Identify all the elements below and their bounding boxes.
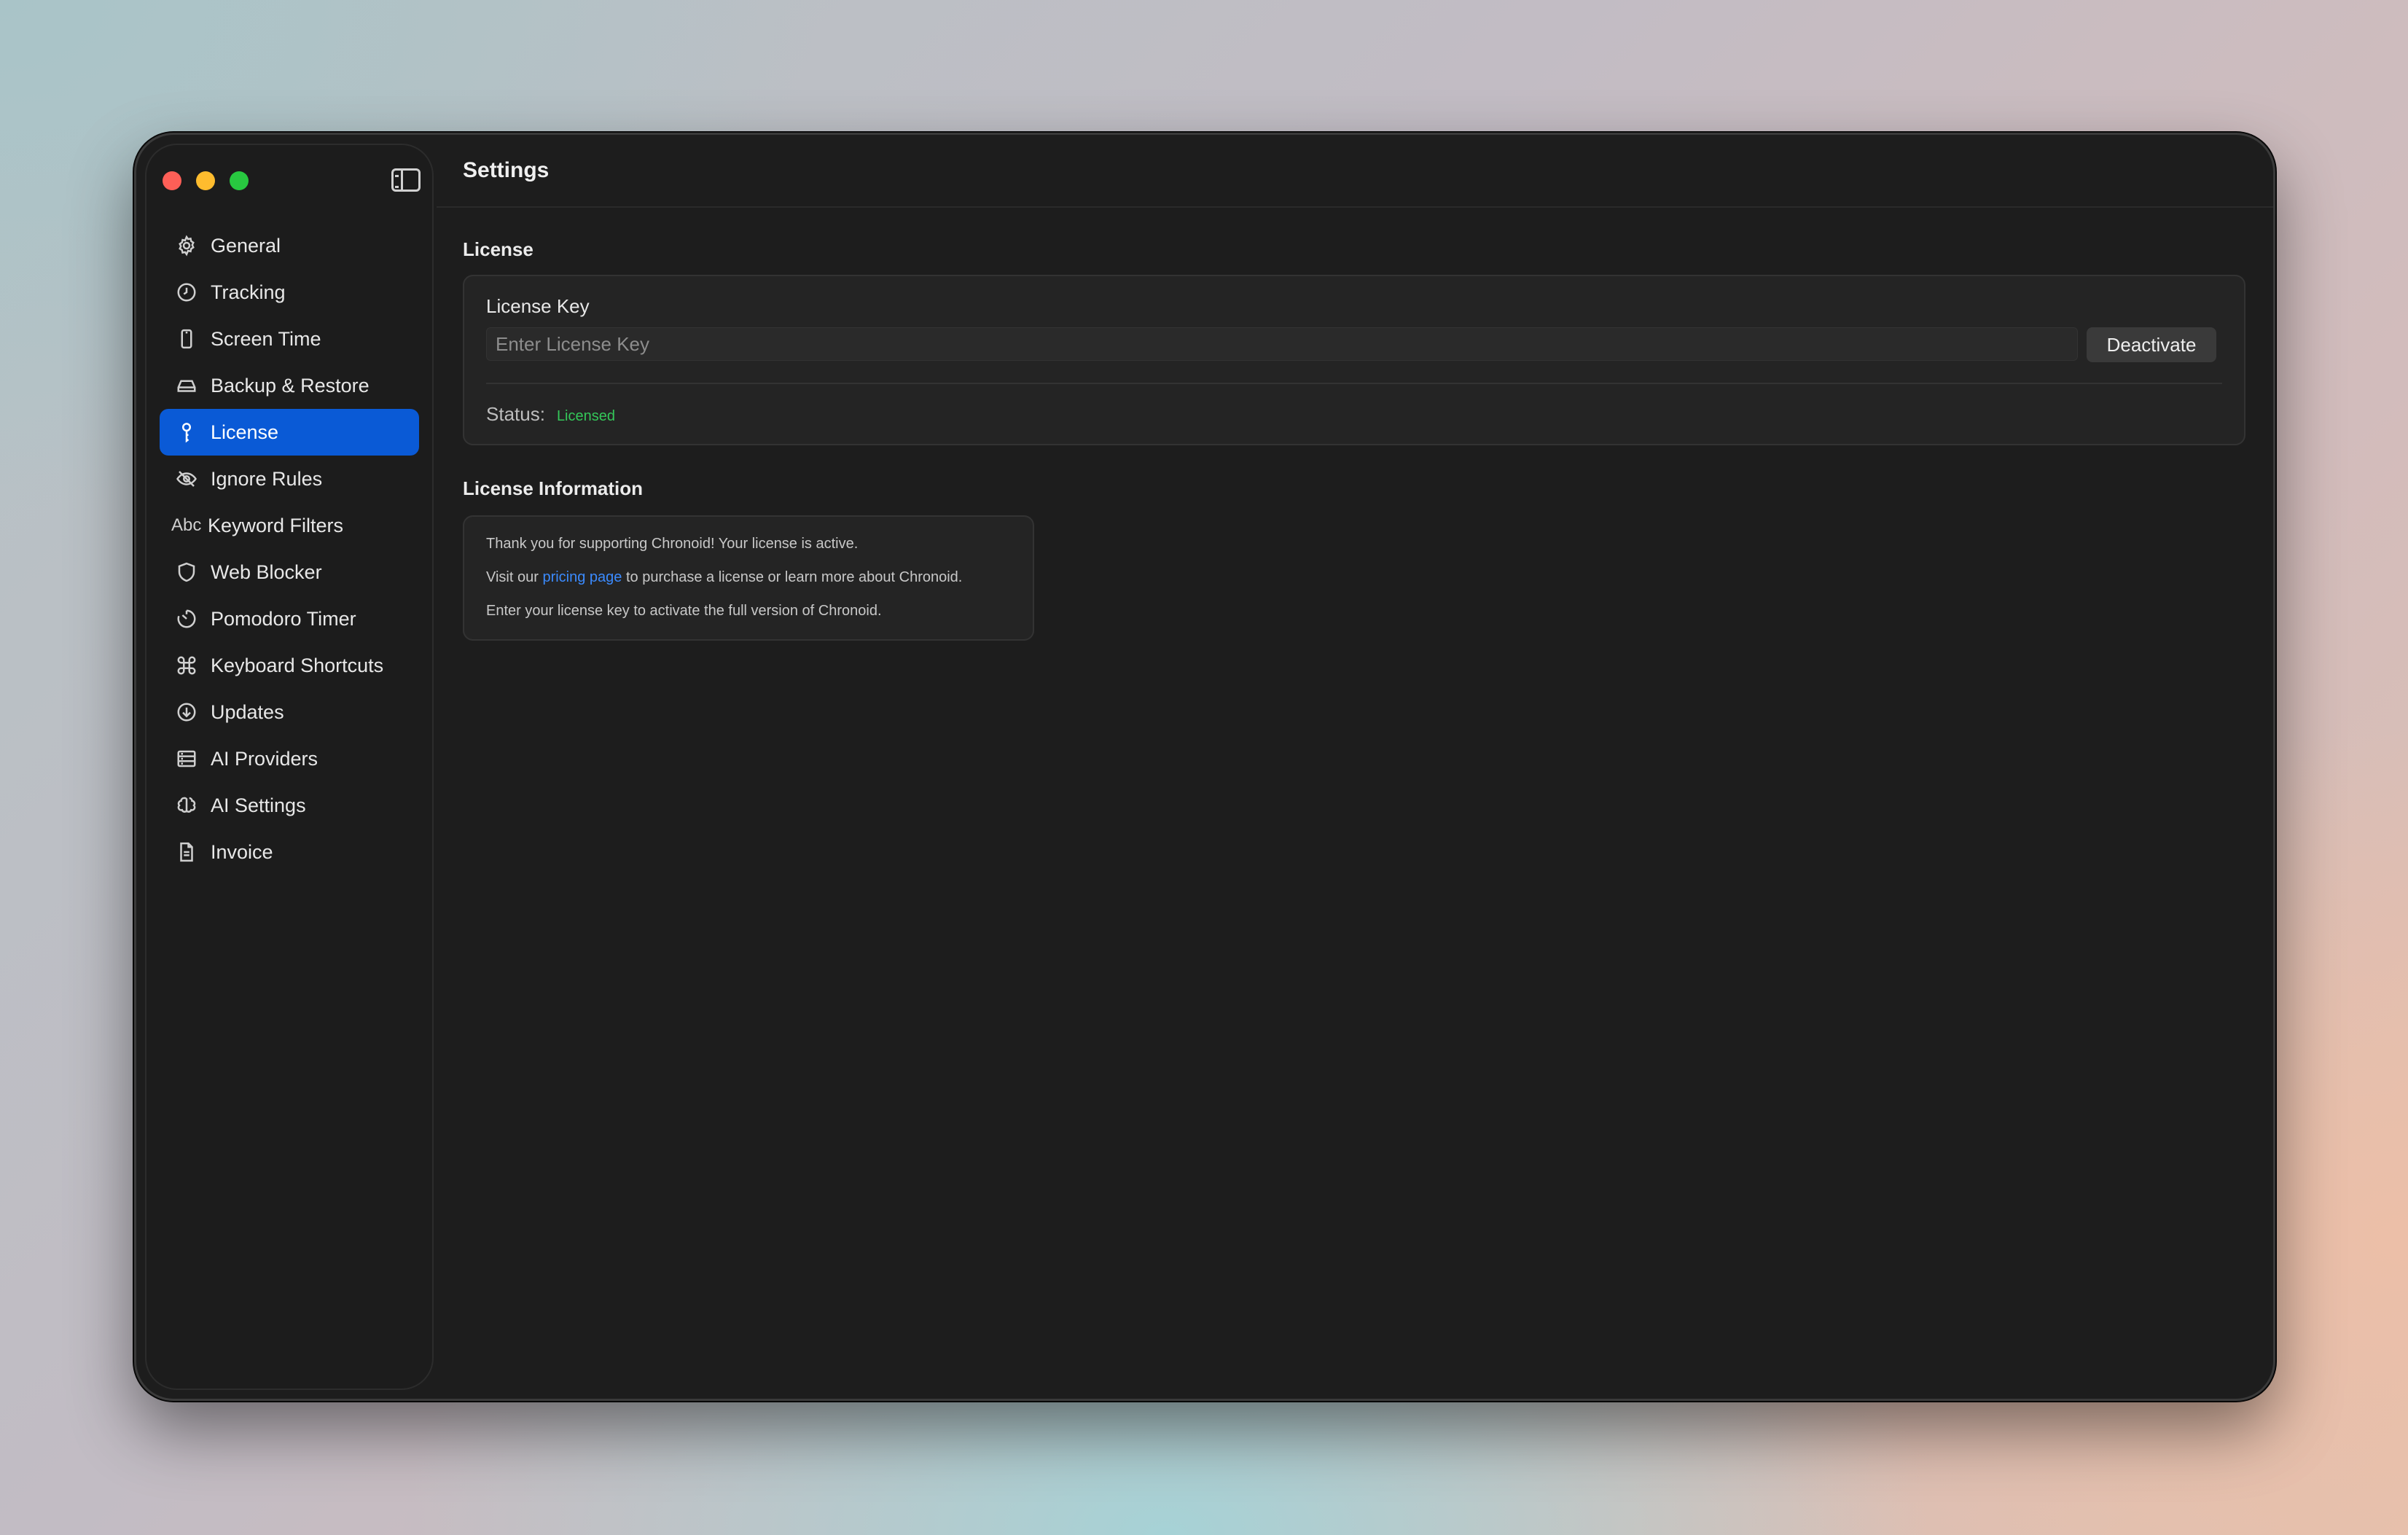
sidebar-item-web-blocker[interactable]: Web Blocker: [160, 549, 419, 595]
main-content: Settings License License Key Deactivate …: [437, 135, 2273, 1399]
close-window-button[interactable]: [163, 171, 181, 190]
sidebar-item-screen-time[interactable]: Screen Time: [160, 316, 419, 362]
sidebar-nav: General Tracking Screen Time Backup & Re…: [160, 222, 419, 875]
sidebar-item-label: AI Settings: [211, 794, 306, 816]
zoom-window-button[interactable]: [230, 171, 249, 190]
license-information-card: Thank you for supporting Chronoid! Your …: [463, 515, 1034, 641]
sidebar-item-ai-providers[interactable]: AI Providers: [160, 735, 419, 782]
info-line-pricing: Visit our pricing page to purchase a lic…: [486, 569, 962, 586]
sidebar-item-tracking[interactable]: Tracking: [160, 269, 419, 316]
sidebar-item-ai-settings[interactable]: AI Settings: [160, 782, 419, 829]
timer-icon: [174, 606, 199, 631]
key-icon: [174, 420, 199, 445]
sidebar-item-label: License: [211, 421, 279, 443]
sidebar-item-label: Invoice: [211, 840, 273, 863]
traffic-lights: [163, 171, 249, 190]
sidebar-item-label: Ignore Rules: [211, 467, 323, 490]
info-line-activate: Enter your license key to activate the f…: [486, 603, 882, 619]
sidebar-item-keyboard-shortcuts[interactable]: Keyboard Shortcuts: [160, 642, 419, 689]
sidebar-toggle-icon[interactable]: [391, 168, 421, 192]
info-line-thanks: Thank you for supporting Chronoid! Your …: [486, 536, 859, 552]
server-icon: [174, 746, 199, 771]
command-icon: [174, 653, 199, 678]
settings-window: General Tracking Screen Time Backup & Re…: [134, 133, 2275, 1401]
deactivate-button[interactable]: Deactivate: [2087, 327, 2216, 362]
license-key-input[interactable]: [486, 327, 2078, 361]
drive-icon: [174, 373, 199, 398]
divider: [486, 383, 2222, 384]
status-row: Status: Licensed: [486, 403, 615, 426]
phone-icon: [174, 327, 199, 351]
eye-slash-icon: [174, 466, 199, 491]
document-icon: [174, 840, 199, 864]
pricing-page-link[interactable]: pricing page: [542, 569, 622, 585]
sidebar-item-keyword-filters[interactable]: Abc Keyword Filters: [160, 502, 419, 549]
sidebar-item-label: Tracking: [211, 281, 286, 303]
sidebar-item-label: AI Providers: [211, 747, 318, 770]
sidebar-item-label: Updates: [211, 700, 284, 723]
sidebar-item-label: Keyword Filters: [208, 514, 344, 536]
sidebar-item-pomodoro-timer[interactable]: Pomodoro Timer: [160, 595, 419, 642]
gear-icon: [174, 233, 199, 258]
sidebar-item-updates[interactable]: Updates: [160, 689, 419, 735]
abc-icon: Abc: [171, 515, 202, 535]
shield-icon: [174, 560, 199, 585]
license-card: License Key Deactivate Status: Licensed: [463, 275, 2245, 445]
sidebar-item-license[interactable]: License: [160, 409, 419, 456]
sidebar-item-label: Screen Time: [211, 327, 321, 350]
sidebar: General Tracking Screen Time Backup & Re…: [145, 144, 434, 1390]
sidebar-item-label: Pomodoro Timer: [211, 607, 356, 630]
status-badge: Licensed: [556, 408, 615, 424]
info-text: to purchase a license or learn more abou…: [625, 569, 963, 585]
titlebar: Settings: [437, 135, 2273, 208]
minimize-window-button[interactable]: [196, 171, 215, 190]
brain-icon: [174, 793, 199, 818]
sidebar-item-label: Keyboard Shortcuts: [211, 654, 384, 676]
sidebar-item-invoice[interactable]: Invoice: [160, 829, 419, 875]
sidebar-item-ignore-rules[interactable]: Ignore Rules: [160, 456, 419, 502]
license-information-title: License Information: [463, 477, 644, 499]
sidebar-item-label: Web Blocker: [211, 561, 322, 583]
page-title: Settings: [463, 158, 550, 182]
license-section-title: License: [463, 238, 533, 260]
sidebar-item-backup-restore[interactable]: Backup & Restore: [160, 362, 419, 409]
sidebar-item-label: General: [211, 234, 281, 257]
sidebar-item-label: Backup & Restore: [211, 374, 370, 397]
status-label: Status:: [486, 403, 545, 425]
license-key-label: License Key: [486, 295, 590, 317]
clock-icon: [174, 280, 199, 305]
download-icon: [174, 700, 199, 724]
sidebar-item-general[interactable]: General: [160, 222, 419, 269]
info-text: Visit our: [486, 569, 539, 585]
